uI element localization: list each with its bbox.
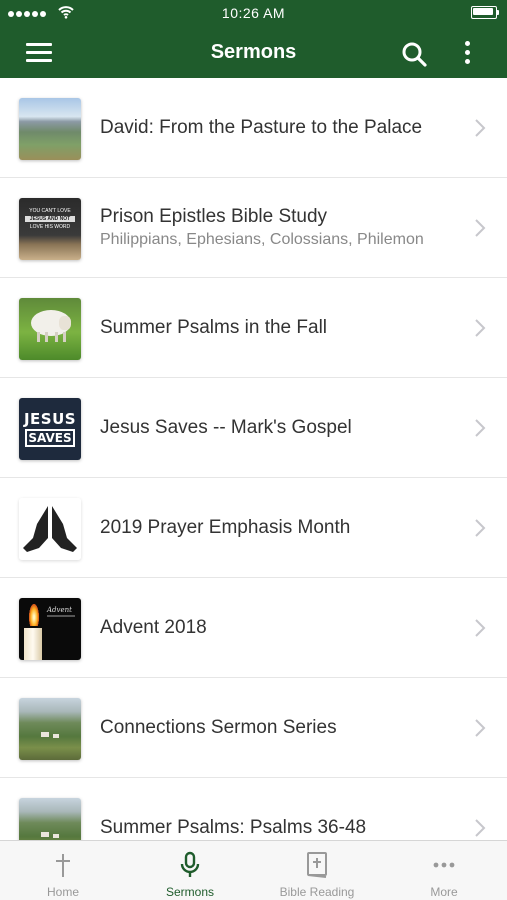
series-title: Connections Sermon Series <box>100 717 337 738</box>
thumbnail <box>19 698 81 760</box>
list-item[interactable]: Summer Psalms in the Fall <box>0 278 507 378</box>
status-time: 10:26 AM <box>221 5 286 21</box>
series-title: David: From the Pasture to the Palace <box>100 117 423 138</box>
microphone-icon <box>180 851 200 877</box>
green-valley-image <box>19 698 81 760</box>
thumbnail <box>19 98 81 160</box>
tab-label: More <box>430 885 458 899</box>
chevron-right-icon <box>475 319 486 337</box>
bible-icon <box>307 852 327 878</box>
open-bible-image: YOU CAN'T LOVE JESUS AND NOT LOVE HIS WO… <box>19 198 81 260</box>
chevron-right-icon <box>475 219 486 237</box>
app-header: 10:26 AM Sermons <box>0 0 507 78</box>
thumbnail: YOU CAN'T LOVE JESUS AND NOT LOVE HIS WO… <box>19 198 81 260</box>
series-title: 2019 Prayer Emphasis Month <box>100 517 351 538</box>
chevron-right-icon <box>475 519 486 537</box>
tab-more[interactable]: More <box>381 841 507 900</box>
list-item[interactable]: Advent Advent 2018 <box>0 578 507 678</box>
list-item[interactable]: JESUS SAVES Jesus Saves -- Mark's Gospel <box>0 378 507 478</box>
list-item[interactable]: David: From the Pasture to the Palace <box>0 78 507 178</box>
chevron-right-icon <box>475 619 486 637</box>
list-item[interactable]: YOU CAN'T LOVE JESUS AND NOT LOVE HIS WO… <box>0 178 507 278</box>
battery-icon <box>471 6 499 19</box>
tab-label: Bible Reading <box>279 885 355 899</box>
chevron-right-icon <box>475 819 486 837</box>
advent-candle-image: Advent <box>19 598 81 660</box>
green-valley-image <box>19 798 81 840</box>
series-title: Prison Epistles Bible Study <box>100 206 328 227</box>
chevron-right-icon <box>475 419 486 437</box>
list-item[interactable]: Summer Psalms: Psalms 36-48 <box>0 778 507 840</box>
sermons-app: 10:26 AM Sermons David: From the Pasture… <box>0 0 507 900</box>
jesus-saves-logo: JESUS SAVES <box>19 398 81 460</box>
thumbnail: JESUS SAVES <box>19 398 81 460</box>
list-item[interactable]: Connections Sermon Series <box>0 678 507 778</box>
thumbnail: Advent <box>19 598 81 660</box>
ellipsis-icon <box>433 862 455 868</box>
list-item[interactable]: 2019 Prayer Emphasis Month <box>0 478 507 578</box>
tab-sermons[interactable]: Sermons <box>127 841 253 900</box>
series-title: Jesus Saves -- Mark's Gospel <box>100 417 352 438</box>
page-title: Sermons <box>210 41 297 63</box>
chevron-right-icon <box>475 719 486 737</box>
sermon-series-list: David: From the Pasture to the Palace YO… <box>0 78 507 840</box>
nav-bar: Sermons <box>0 28 507 78</box>
thumbnail <box>19 498 81 560</box>
tab-bar: Home Sermons Bible Reading More <box>0 840 507 900</box>
thumbnail <box>19 798 81 840</box>
series-title: Advent 2018 <box>100 617 207 638</box>
series-title: Summer Psalms: Psalms 36-48 <box>100 817 367 838</box>
tab-bible-reading[interactable]: Bible Reading <box>254 841 380 900</box>
series-subtitle: Philippians, Ephesians, Colossians, Phil… <box>100 231 424 248</box>
tab-home[interactable]: Home <box>0 841 126 900</box>
status-bar: 10:26 AM <box>0 0 507 28</box>
chevron-right-icon <box>475 119 486 137</box>
series-title: Summer Psalms in the Fall <box>100 317 328 338</box>
mountain-landscape-image <box>19 98 81 160</box>
more-options-button[interactable] <box>456 39 480 67</box>
sheep-image <box>19 298 81 360</box>
cross-icon <box>56 854 70 877</box>
praying-hands-icon <box>19 498 81 560</box>
search-icon[interactable] <box>400 40 428 68</box>
tab-label: Home <box>46 885 79 899</box>
tab-label: Sermons <box>165 885 215 899</box>
thumbnail <box>19 298 81 360</box>
